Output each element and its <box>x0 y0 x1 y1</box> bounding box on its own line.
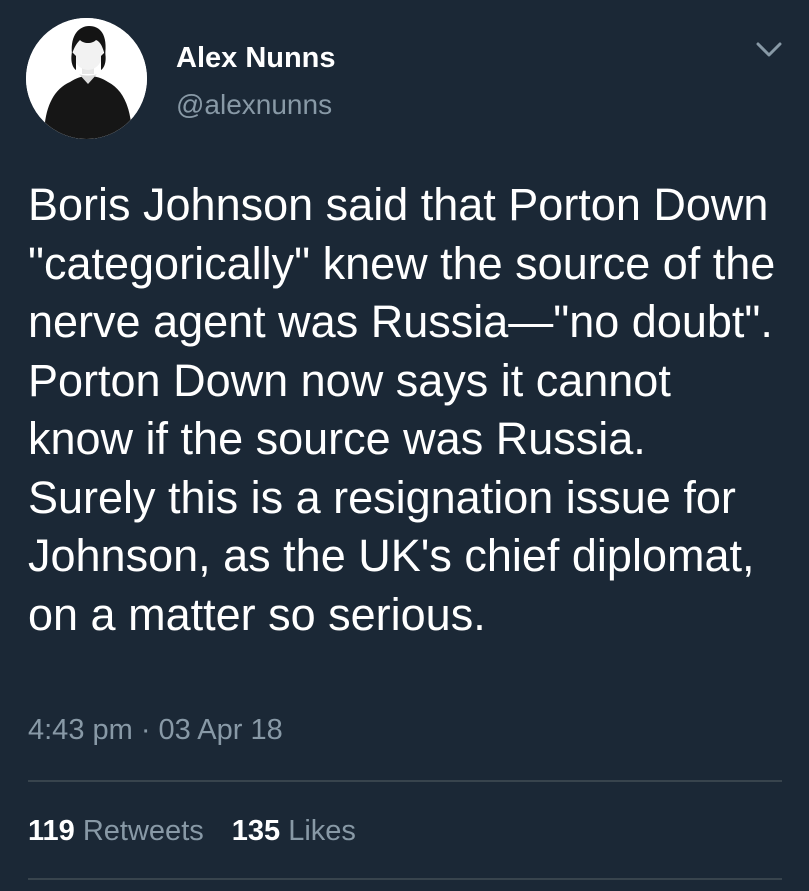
chevron-down-icon[interactable] <box>754 38 784 60</box>
tweet-timestamp[interactable]: 4:43 pm · 03 Apr 18 <box>28 712 283 748</box>
retweets-stat[interactable]: 119 Retweets <box>28 813 204 849</box>
divider <box>28 878 782 880</box>
tweet-card: Alex Nunns @alexnunns Boris Johnson said… <box>0 0 809 891</box>
retweets-count: 119 <box>28 815 75 847</box>
divider <box>28 780 782 782</box>
likes-stat[interactable]: 135 Likes <box>232 813 356 849</box>
likes-count: 135 <box>231 815 281 847</box>
avatar[interactable] <box>26 18 147 139</box>
author-handle[interactable]: @alexnunns <box>176 88 332 122</box>
person-avatar-icon <box>26 18 147 139</box>
likes-label: Likes <box>288 815 356 847</box>
tweet-text: Boris Johnson said that Porton Down "cat… <box>28 179 776 640</box>
author-display-name[interactable]: Alex Nunns <box>176 40 336 76</box>
retweets-label: Retweets <box>82 815 204 847</box>
tweet-stats: 119 Retweets 135 Likes <box>28 813 356 849</box>
